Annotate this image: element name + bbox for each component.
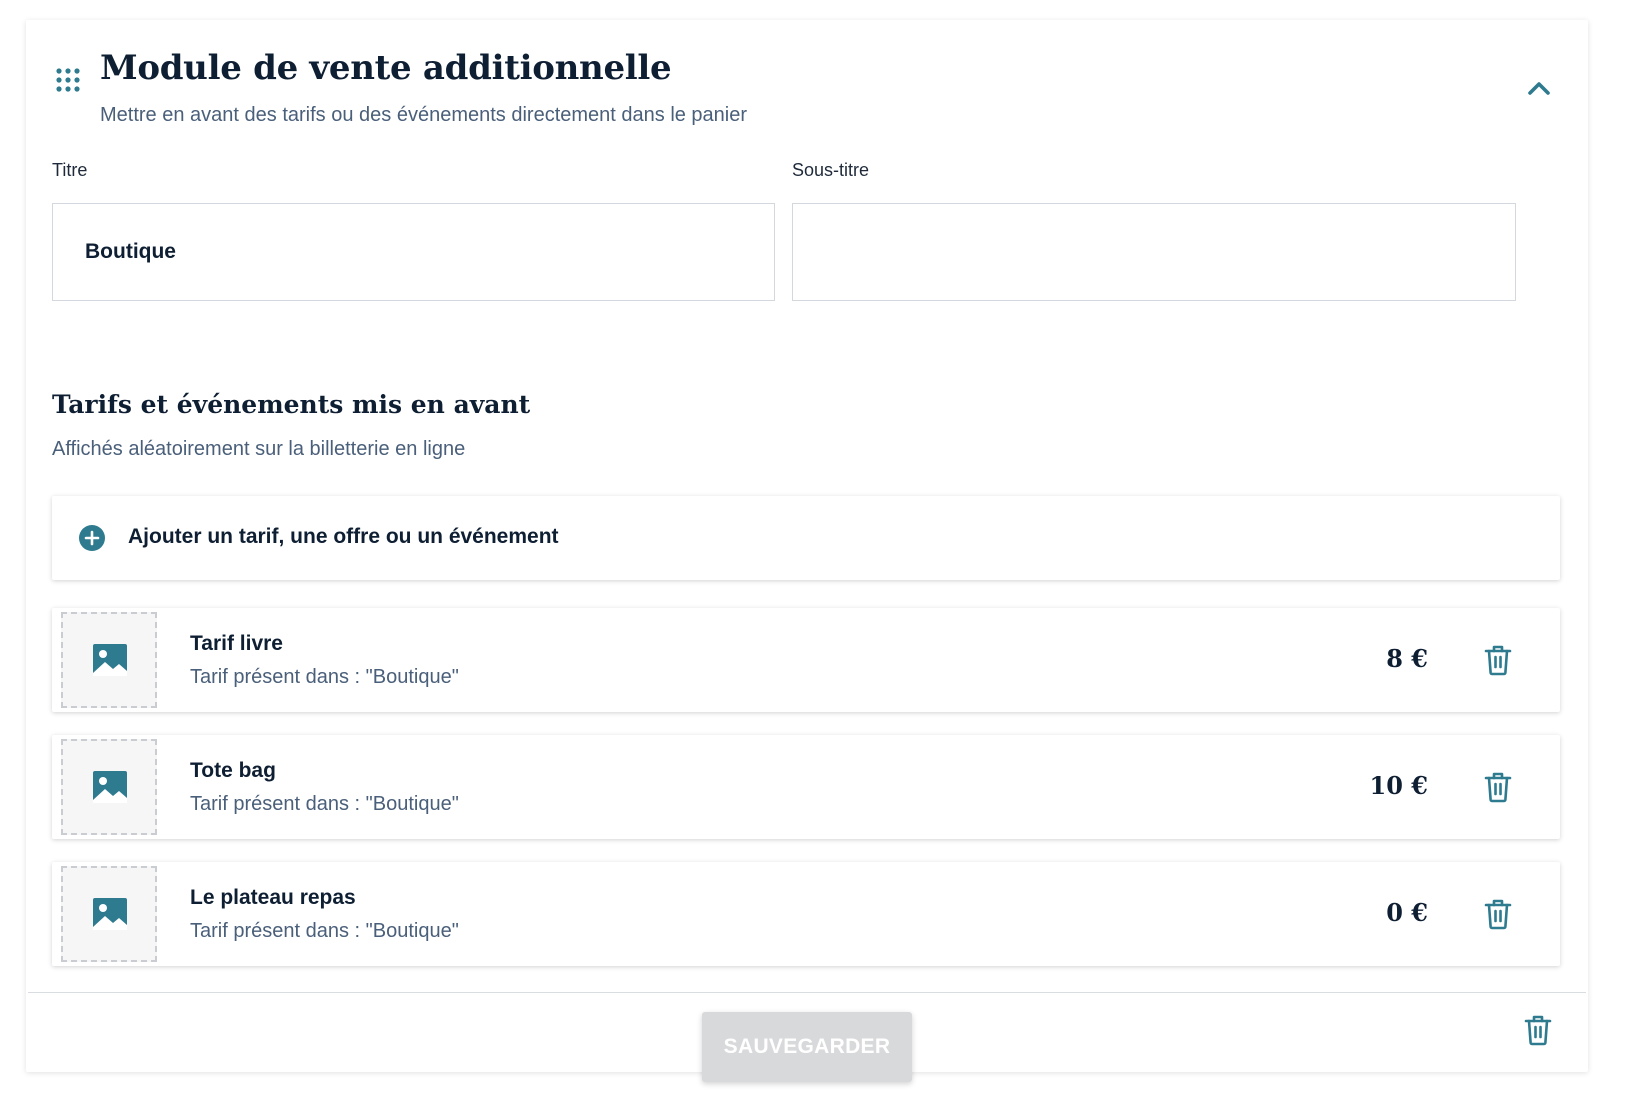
add-item-label: Ajouter un tarif, une offre ou un événem… (128, 525, 559, 548)
image-placeholder[interactable] (61, 612, 157, 708)
item-name: Le plateau repas (190, 886, 356, 909)
delete-module-trash-icon[interactable] (1524, 1014, 1552, 1046)
item-price: 10 € (1369, 771, 1428, 800)
item-description: Tarif présent dans : "Boutique" (190, 793, 459, 815)
item-name: Tarif livre (190, 632, 283, 655)
item-price: 8 € (1386, 644, 1428, 673)
image-placeholder[interactable] (61, 866, 157, 962)
footer-divider (28, 992, 1586, 993)
image-icon (93, 644, 127, 676)
item-description: Tarif présent dans : "Boutique" (190, 920, 459, 942)
featured-section-description: Affichés aléatoirement sur la billetteri… (52, 438, 466, 460)
save-button[interactable]: SAUVEGARDER (702, 1012, 912, 1082)
module-title: Module de vente additionnelle (100, 48, 672, 88)
item-name: Tote bag (190, 759, 276, 782)
image-placeholder[interactable] (61, 739, 157, 835)
list-item: Le plateau repas Tarif présent dans : "Bo… (52, 862, 1560, 966)
list-item: Tarif livre Tarif présent dans : "Boutiqu… (52, 608, 1560, 712)
drag-handle-icon[interactable] (54, 66, 82, 94)
subtitle-input[interactable] (792, 203, 1516, 301)
title-input[interactable] (52, 203, 775, 301)
collapse-chevron-up-icon[interactable] (1524, 74, 1554, 104)
delete-item-trash-icon[interactable] (1484, 898, 1512, 930)
delete-item-trash-icon[interactable] (1484, 771, 1512, 803)
item-description: Tarif présent dans : "Boutique" (190, 666, 459, 688)
subtitle-field-label: Sous-titre (792, 160, 870, 180)
image-icon (93, 898, 127, 930)
plus-circle-icon (78, 524, 106, 552)
module-subtitle: Mettre en avant des tarifs ou des événem… (100, 104, 748, 126)
delete-item-trash-icon[interactable] (1484, 644, 1512, 676)
add-item-button[interactable]: Ajouter un tarif, une offre ou un événem… (52, 496, 1560, 580)
title-field-label: Titre (52, 160, 88, 180)
image-icon (93, 771, 127, 803)
list-item: Tote bag Tarif présent dans : "Boutique" 1… (52, 735, 1560, 839)
featured-section-heading: Tarifs et événements mis en avant (52, 390, 531, 419)
item-price: 0 € (1386, 898, 1428, 927)
